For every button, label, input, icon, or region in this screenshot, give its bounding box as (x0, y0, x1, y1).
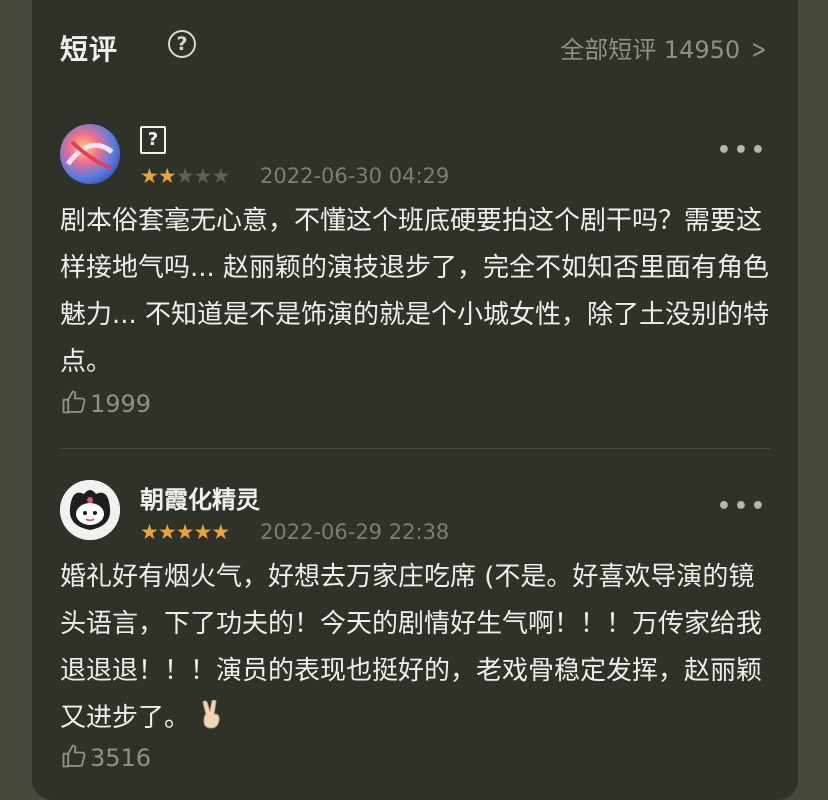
star-icon: ★ (193, 520, 212, 544)
like-count: 3516 (90, 744, 152, 772)
thumbs-up-icon (62, 744, 86, 768)
star-icon: ★ (175, 164, 195, 188)
username[interactable]: ? (140, 126, 166, 154)
all-reviews-label: 全部短评 14950 (560, 36, 741, 64)
victory-hand-emoji (198, 699, 226, 746)
avatar[interactable] (60, 480, 120, 540)
star-icon: ★ (157, 520, 177, 544)
more-options-icon[interactable]: ••• (717, 138, 768, 163)
section-header: 短评 ? 全部短评 14950 > (60, 24, 770, 68)
review-date: 2022-06-30 04:29 (260, 164, 450, 188)
star-icon: ★ (157, 164, 177, 188)
rating-stars: ★★★★★ (140, 164, 230, 188)
review-date: 2022-06-29 22:38 (260, 520, 450, 544)
star-icon: ★ (211, 520, 230, 544)
review-item: ? ★★★★★ 2022-06-30 04:29 ••• 剧本俗套毫无心意，不懂… (60, 124, 770, 424)
review-text: 婚礼好有烟火气，好想去万家庄吃席 (不是。好喜欢导演的镜头语言，下了功夫的！今天… (60, 554, 770, 746)
like-button[interactable]: 3516 (60, 742, 151, 772)
review-text: 剧本俗套毫无心意，不懂这个班底硬要拍这个剧干吗？需要这样接地气吗... 赵丽颖的… (60, 206, 770, 377)
rating-stars: ★★★★★ (140, 520, 230, 544)
review-item: 朝霞化精灵 ★★★★★ 2022-06-29 22:38 ••• 婚礼好有烟火气… (60, 480, 770, 780)
like-button[interactable]: 1999 (60, 388, 151, 418)
section-title: 短评 (60, 33, 119, 66)
avatar[interactable] (60, 124, 120, 184)
short-review-card: 短评 ? 全部短评 14950 > ? ★★★★★ 2022-06-30 04:… (32, 0, 798, 800)
star-icon: ★ (175, 520, 195, 544)
chevron-right-icon: > (751, 35, 767, 65)
review-text-content: 婚礼好有烟火气，好想去万家庄吃席 (不是。好喜欢导演的镜头语言，下了功夫的！今天… (60, 562, 763, 733)
star-icon: ★ (193, 164, 212, 188)
star-icon: ★ (211, 164, 230, 188)
all-reviews-link[interactable]: 全部短评 14950 > (560, 30, 770, 65)
star-icon: ★ (140, 164, 159, 188)
like-count: 1999 (90, 390, 152, 418)
question-circle-icon[interactable]: ? (168, 30, 196, 58)
more-options-icon[interactable]: ••• (717, 494, 768, 519)
divider (60, 448, 770, 449)
star-icon: ★ (140, 520, 159, 544)
username[interactable]: 朝霞化精灵 (140, 480, 260, 515)
thumbs-up-icon (62, 390, 86, 414)
